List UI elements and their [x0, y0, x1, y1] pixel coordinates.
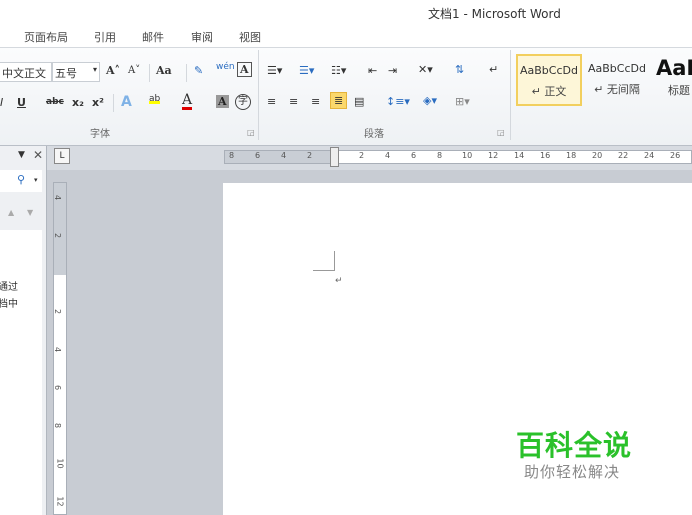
- ruler-tick-label: 20: [592, 151, 603, 160]
- font-name-combo[interactable]: 中文正文: [0, 62, 52, 82]
- divider: [258, 50, 259, 140]
- tab-selector-button[interactable]: L: [54, 148, 70, 164]
- ruler-tick-label: 2: [307, 151, 313, 160]
- tab-review[interactable]: 审阅: [191, 29, 213, 45]
- ruler-tick-label: 6: [411, 151, 417, 160]
- paragraph-group-label: 段落: [364, 129, 384, 140]
- subscript-button[interactable]: x₂: [72, 96, 84, 109]
- margin-corner-mark: [313, 251, 335, 271]
- search-box[interactable]: ⚲ ▾: [0, 170, 42, 192]
- sort-icon[interactable]: ⇅: [455, 63, 464, 76]
- ruler-tick-label: 4: [53, 346, 63, 353]
- indent-marker[interactable]: [330, 147, 339, 167]
- ruler-tick-label: 14: [514, 151, 525, 160]
- ruler-tick-label: 6: [53, 384, 63, 391]
- ribbon-tabs: 页面布局 引用 邮件 审阅 视图: [0, 24, 692, 48]
- style-no-spacing[interactable]: AaBbCcDd ↵ 无间隔: [584, 54, 650, 106]
- ruler-tick-label: 8: [437, 151, 443, 160]
- font-dialog-launcher-icon[interactable]: ◲: [247, 128, 255, 137]
- align-center-icon[interactable]: ≡: [289, 95, 298, 108]
- document-page[interactable]: ↵: [223, 183, 692, 515]
- align-right-icon[interactable]: ≡: [311, 95, 320, 108]
- char-border-button[interactable]: A: [237, 62, 252, 77]
- ruler-tick-label: 6: [255, 151, 261, 160]
- tab-references[interactable]: 引用: [94, 29, 116, 45]
- next-result-icon[interactable]: ▼: [27, 208, 33, 217]
- font-size-combo[interactable]: 五号 ▾: [52, 62, 100, 82]
- highlight-button[interactable]: ab: [149, 94, 161, 104]
- tab-mailings[interactable]: 邮件: [142, 29, 164, 45]
- ruler-tick-label: 12: [55, 496, 65, 507]
- window-title: 文档1 - Microsoft Word: [428, 7, 561, 21]
- ruler-tick-label: 4: [53, 194, 63, 201]
- search-dropdown-icon[interactable]: ▾: [34, 176, 38, 184]
- underline-button[interactable]: U: [17, 96, 26, 109]
- ribbon: 中文正文 五号 ▾ A˄ A˅ Aa ✎ wén A I U abc x₂ x² …: [0, 48, 692, 146]
- italic-button[interactable]: I: [0, 96, 3, 109]
- ruler-tick-label: 2: [53, 308, 63, 315]
- ruler-tick-label: 8: [53, 422, 63, 429]
- chinese-layout-icon[interactable]: ✕▾: [418, 63, 433, 76]
- numbering-icon[interactable]: ☰▾: [299, 64, 314, 77]
- ruler-tick-label: 2: [53, 232, 63, 239]
- ruler-tick-label: 8: [229, 151, 235, 160]
- divider: [186, 64, 187, 82]
- multilevel-list-icon[interactable]: ☷▾: [331, 64, 346, 77]
- paragraph-dialog-launcher-icon[interactable]: ◲: [497, 128, 505, 137]
- divider: [113, 94, 114, 112]
- font-group-label: 字体: [90, 129, 110, 140]
- navigation-pane: ▼ ✕ ⚲ ▾ ▲ ▼ 通过 档中: [0, 146, 47, 515]
- char-shading-button[interactable]: A: [216, 95, 229, 108]
- ruler-tick-label: 10: [462, 151, 473, 160]
- results-text: 通过 档中: [0, 282, 18, 310]
- distributed-icon[interactable]: ▤: [354, 95, 364, 108]
- prev-result-icon[interactable]: ▲: [8, 208, 14, 217]
- ruler-tick-label: 4: [385, 151, 391, 160]
- ruler-tick-label: 24: [644, 151, 655, 160]
- style-normal[interactable]: AaBbCcDd ↵ 正文: [516, 54, 582, 106]
- tab-page-layout[interactable]: 页面布局: [24, 29, 68, 45]
- grow-font-button[interactable]: A˄: [106, 64, 120, 77]
- phonetic-guide-button[interactable]: wén: [216, 62, 235, 72]
- decrease-indent-icon[interactable]: ⇤: [368, 64, 377, 77]
- paragraph-mark-icon: ↵: [335, 276, 343, 286]
- clear-format-icon[interactable]: ✎: [194, 64, 203, 77]
- enclose-char-button[interactable]: 字: [235, 94, 251, 110]
- vertical-ruler[interactable]: 4 2 2 4 6 8 10 12: [53, 182, 67, 515]
- superscript-button[interactable]: x²: [92, 96, 104, 109]
- search-icon[interactable]: ⚲: [17, 173, 25, 186]
- title-bar: 文档1 - Microsoft Word: [0, 0, 692, 24]
- bullets-icon[interactable]: ☰▾: [267, 64, 282, 77]
- ruler-tick-label: 4: [281, 151, 287, 160]
- increase-indent-icon[interactable]: ⇥: [388, 64, 397, 77]
- tab-view[interactable]: 视图: [239, 29, 261, 45]
- divider: [149, 64, 150, 82]
- ruler-tick-label: 26: [670, 151, 681, 160]
- ruler-tick-label: 18: [566, 151, 577, 160]
- ruler-tick-label: 12: [488, 151, 499, 160]
- ruler-tick-label: 22: [618, 151, 629, 160]
- strikethrough-button[interactable]: abc: [46, 97, 64, 107]
- align-left-icon[interactable]: ≡: [267, 95, 276, 108]
- shrink-font-button[interactable]: A˅: [128, 65, 140, 76]
- divider: [510, 50, 511, 140]
- ruler-tick-label: 10: [55, 458, 65, 469]
- change-case-button[interactable]: Aa: [156, 64, 172, 77]
- font-color-button[interactable]: A: [182, 93, 193, 110]
- close-pane-icon[interactable]: ✕: [33, 148, 43, 162]
- ruler-tick-label: 2: [359, 151, 365, 160]
- pane-menu-icon[interactable]: ▼: [18, 150, 25, 160]
- line-spacing-icon[interactable]: ↕≡▾: [386, 95, 410, 108]
- watermark-title: 百科全说: [516, 429, 633, 462]
- borders-icon[interactable]: ⊞▾: [455, 95, 470, 108]
- shading-icon[interactable]: ◈▾: [423, 94, 437, 107]
- justify-icon[interactable]: ≣: [330, 92, 348, 109]
- results-area: 通过 档中: [0, 230, 42, 515]
- show-marks-icon[interactable]: ↵: [489, 63, 498, 76]
- style-heading[interactable]: AaB标题: [652, 54, 692, 106]
- ruler-tick-label: 16: [540, 151, 551, 160]
- horizontal-ruler[interactable]: 8 6 4 2 2 4 6 8 10 12 14 16 18 20 22 24 26: [224, 150, 692, 164]
- watermark-subtitle: 助你轻松解决: [524, 463, 621, 481]
- text-effect-button[interactable]: A: [121, 94, 132, 110]
